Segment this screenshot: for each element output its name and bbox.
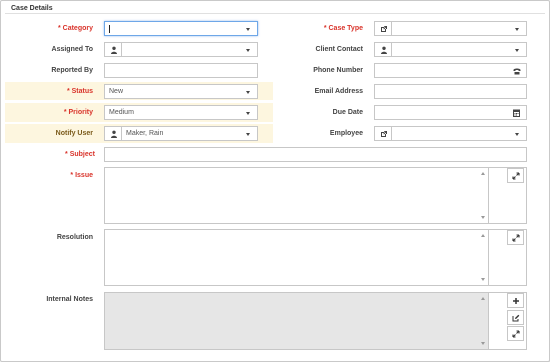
email-address-label: Email Address: [314, 88, 363, 95]
resolution-textarea[interactable]: [104, 229, 489, 286]
chevron-down-icon: [246, 28, 250, 31]
resolution-label: Resolution: [56, 234, 93, 241]
link-icon[interactable]: [374, 126, 392, 141]
chevron-down-icon: [246, 91, 250, 94]
user-icon[interactable]: [374, 42, 392, 57]
priority-select[interactable]: Medium: [104, 105, 258, 120]
user-icon[interactable]: [104, 126, 122, 141]
reported-by-label: Reported By: [51, 67, 93, 74]
client-contact-select[interactable]: [391, 42, 527, 57]
chevron-down-icon: [246, 133, 250, 136]
expand-button[interactable]: [507, 230, 524, 245]
scroll-down-icon[interactable]: [481, 342, 485, 345]
internal-notes-label: Internal Notes: [46, 296, 93, 303]
issue-label: * Issue: [70, 172, 93, 179]
client-contact-label: Client Contact: [315, 46, 363, 53]
scroll-up-icon[interactable]: [481, 172, 485, 175]
phone-icon[interactable]: [513, 67, 521, 75]
section-title: Case Details: [11, 5, 53, 12]
reported-by-input[interactable]: [104, 63, 258, 78]
chevron-down-icon: [515, 28, 519, 31]
priority-label: * Priority: [63, 109, 93, 116]
email-address-input[interactable]: [374, 84, 527, 99]
status-label: * Status: [66, 88, 93, 95]
scroll-up-icon[interactable]: [481, 234, 485, 237]
phone-number-label: Phone Number: [313, 67, 363, 74]
status-select[interactable]: New: [104, 84, 258, 99]
case-type-select[interactable]: [391, 21, 527, 36]
section-divider: [5, 13, 545, 14]
subject-input[interactable]: [104, 147, 527, 162]
expand-icon: [512, 172, 520, 180]
chevron-down-icon: [246, 49, 250, 52]
user-icon[interactable]: [104, 42, 122, 57]
phone-number-input[interactable]: [374, 63, 527, 78]
issue-textarea[interactable]: [104, 167, 489, 224]
case-details-panel: Case Details * Category * Case Type Assi…: [0, 0, 550, 362]
expand-button[interactable]: [507, 168, 524, 183]
add-note-button[interactable]: [507, 293, 524, 308]
category-label: * Category: [57, 25, 93, 32]
edit-note-button[interactable]: [507, 310, 524, 325]
edit-icon: [512, 314, 520, 322]
expand-button[interactable]: [507, 326, 524, 341]
expand-icon: [512, 234, 520, 242]
link-icon[interactable]: [374, 21, 392, 36]
due-date-input[interactable]: [374, 105, 527, 120]
subject-label: * Subject: [65, 151, 95, 158]
assigned-to-label: Assigned To: [51, 46, 93, 53]
scroll-down-icon[interactable]: [481, 216, 485, 219]
due-date-label: Due Date: [332, 109, 363, 116]
expand-icon: [512, 330, 520, 338]
employee-label: Employee: [329, 130, 363, 137]
assigned-to-select[interactable]: [121, 42, 258, 57]
scroll-down-icon[interactable]: [481, 278, 485, 281]
notify-user-select[interactable]: Maker, Rain: [121, 126, 258, 141]
notify-user-label: Notify User: [55, 130, 93, 137]
calendar-icon[interactable]: [513, 109, 520, 117]
chevron-down-icon: [515, 49, 519, 52]
text-cursor: [109, 25, 110, 33]
category-select[interactable]: [104, 21, 258, 36]
chevron-down-icon: [515, 133, 519, 136]
employee-select[interactable]: [391, 126, 527, 141]
case-type-label: * Case Type: [323, 25, 363, 32]
internal-notes-textarea: [104, 292, 489, 350]
scroll-up-icon[interactable]: [481, 297, 485, 300]
plus-icon: [513, 298, 519, 304]
chevron-down-icon: [246, 112, 250, 115]
